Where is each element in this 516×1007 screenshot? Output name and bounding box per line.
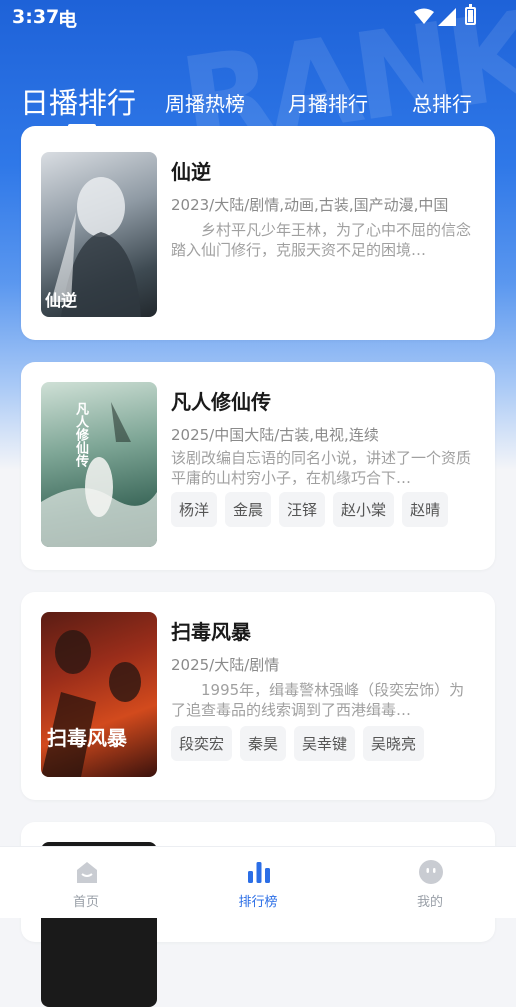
cast-chip[interactable]: 吴晓亮: [363, 726, 425, 761]
tab-weekly[interactable]: 周播热榜: [165, 88, 245, 117]
bottom-navigation: 首页 排行榜 我的: [0, 846, 516, 918]
card-description: 乡村平凡少年王林，为了心中不屈的信念踏入仙门修行，克服天资不足的困境…: [171, 221, 472, 259]
card-meta: 2025/中国大陆/古装,电视,连续: [171, 426, 379, 444]
poster-image: 扫毒风暴: [41, 612, 157, 777]
battery-icon: [465, 4, 476, 25]
ranking-card[interactable]: 扫毒风暴 扫毒风暴 2025/大陆/剧情 1995年，缉毒警林强峰（段奕宏饰）为…: [21, 592, 495, 800]
poster-image: 凡人修仙传: [41, 382, 157, 547]
cast-chip[interactable]: 杨洋: [171, 492, 218, 527]
tab-daily[interactable]: 日播排行: [20, 80, 136, 122]
nav-label: 首页: [72, 895, 99, 910]
cast-chip[interactable]: 汪铎: [279, 492, 326, 527]
tab-total[interactable]: 总排行: [412, 88, 472, 117]
nav-label: 排行榜: [238, 895, 278, 910]
nav-home[interactable]: 首页: [26, 847, 146, 918]
card-title: 凡人修仙传: [171, 390, 271, 414]
ranking-card[interactable]: 仙逆 仙逆 2023/大陆/剧情,动画,古装,国产动漫,中国 乡村平凡少年王林，…: [21, 126, 495, 340]
card-description: 1995年，缉毒警林强峰（段奕宏饰）为了追查毒品的线索调到了西港缉毒…: [171, 681, 465, 719]
nav-label: 我的: [416, 895, 443, 910]
poster-art: [41, 630, 141, 777]
ranking-tabs: 日播排行 周播热榜 月播排行 总排行: [0, 74, 516, 134]
cast-chip[interactable]: 金晨: [225, 492, 272, 527]
signal-icon: [438, 8, 456, 26]
nav-profile[interactable]: 我的: [370, 847, 490, 918]
poster-title-text: 仙逆: [45, 291, 78, 310]
cast-chip[interactable]: 赵小棠: [333, 492, 395, 527]
cast-chip[interactable]: 秦昊: [240, 726, 287, 761]
card-title: 扫毒风暴: [171, 620, 251, 644]
ranking-card[interactable]: 凡人修仙传 凡人修仙传 2025/中国大陆/古装,电视,连续 该剧改编自忘语的同…: [21, 362, 495, 570]
card-meta: 2023/大陆/剧情,动画,古装,国产动漫,中国: [171, 196, 449, 214]
cast-chip[interactable]: 段奕宏: [171, 726, 233, 761]
poster-title-text: 凡人修仙传: [73, 402, 88, 467]
card-meta: 2025/大陆/剧情: [171, 656, 280, 674]
status-time: 3:37: [12, 6, 60, 28]
carrier-icon: 电: [58, 9, 78, 31]
card-title: 仙逆: [171, 160, 211, 184]
poster-title-text: 扫毒风暴: [47, 726, 127, 750]
cast-list: 段奕宏 秦昊 吴幸键 吴晓亮: [171, 726, 425, 761]
status-bar: 3:37 电: [0, 0, 516, 36]
cast-chip[interactable]: 赵晴: [402, 492, 449, 527]
profile-icon: [419, 860, 443, 884]
poster-art: [41, 402, 157, 547]
cast-chip[interactable]: 吴幸键: [294, 726, 356, 761]
poster-image: 仙逆: [41, 152, 157, 317]
nav-ranking[interactable]: 排行榜: [198, 847, 318, 918]
cast-list: 杨洋 金晨 汪铎 赵小棠 赵晴: [171, 492, 449, 527]
ranking-icon: [248, 862, 270, 883]
home-icon: [77, 862, 97, 883]
card-description: 该剧改编自忘语的同名小说，讲述了一个资质平庸的山村穷小子，在机缘巧合下…: [171, 449, 472, 487]
wifi-icon: [414, 8, 434, 24]
tab-monthly[interactable]: 月播排行: [288, 88, 368, 117]
